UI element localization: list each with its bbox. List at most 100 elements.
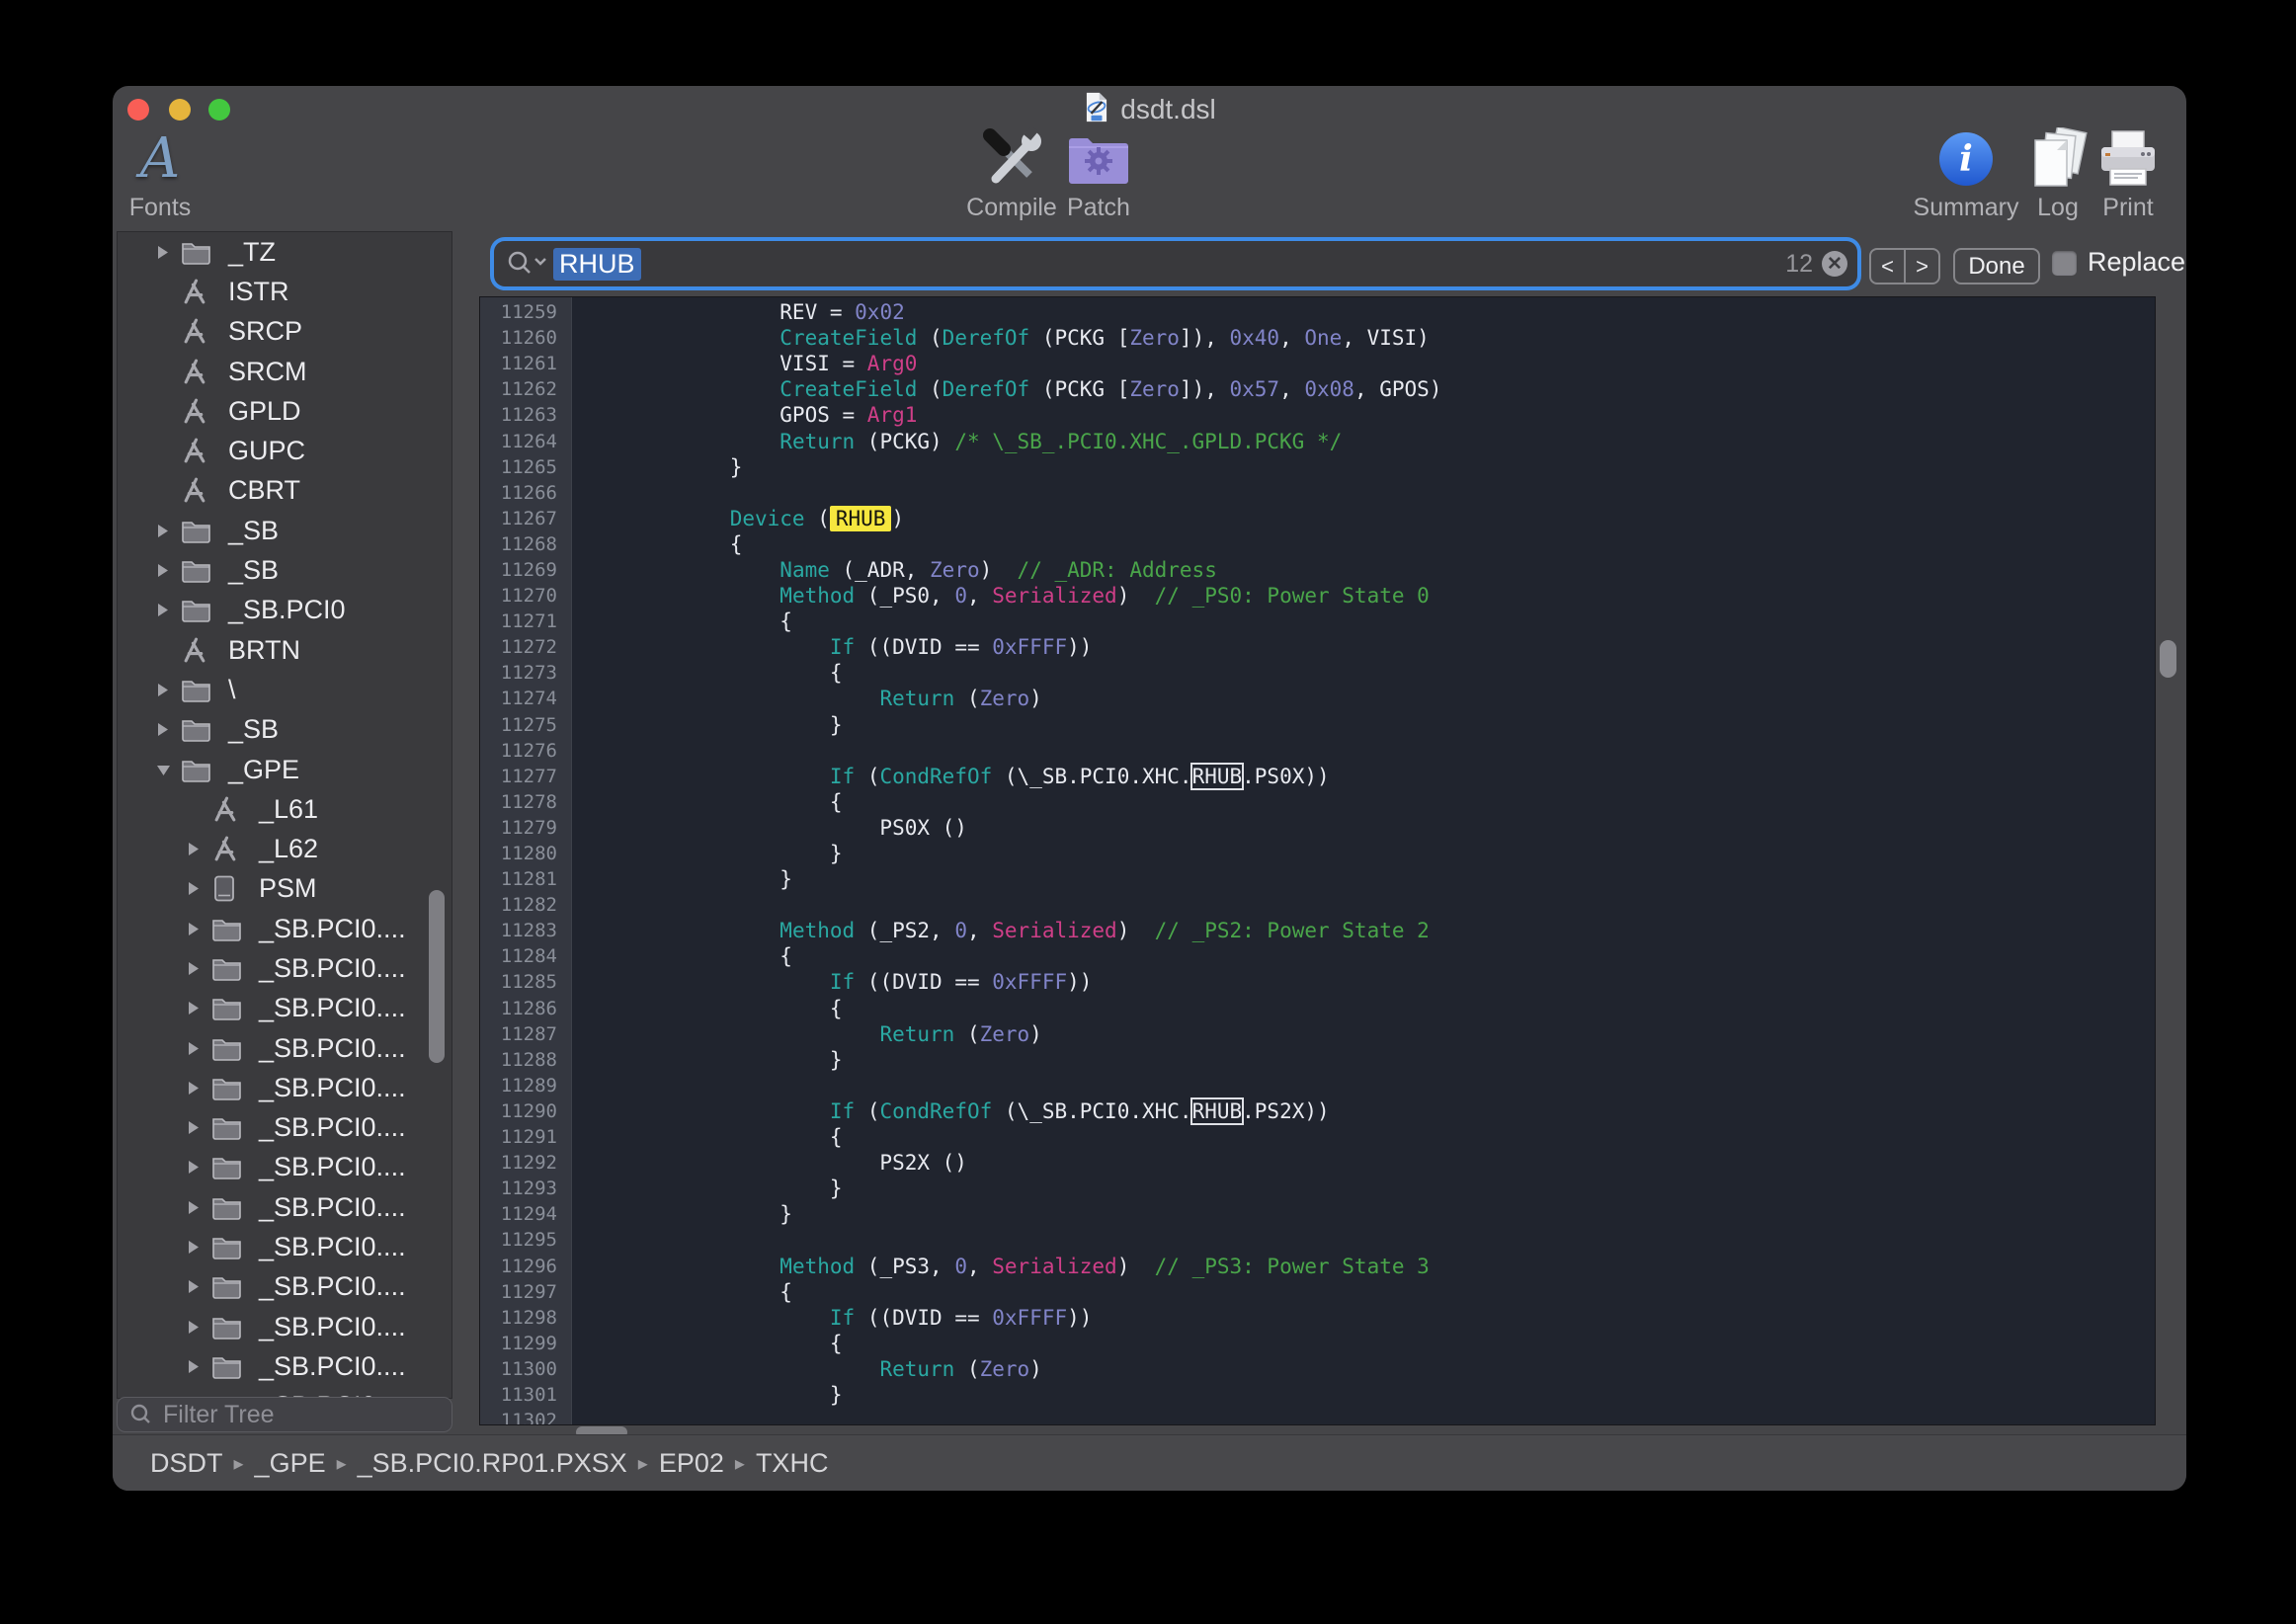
disclosure-triangle-icon[interactable] — [186, 1040, 211, 1057]
sidebar-scrollbar-thumb[interactable] — [429, 890, 445, 1063]
breadcrumb-item[interactable]: TXHC — [756, 1448, 829, 1479]
code-line: 11291 { — [480, 1124, 2155, 1150]
line-number: 11291 — [480, 1126, 571, 1148]
disclosure-triangle-icon[interactable] — [186, 1358, 211, 1375]
code-line: 11295 — [480, 1227, 2155, 1253]
breadcrumb-separator-icon: ▸ — [735, 1451, 745, 1476]
disclosure-triangle-icon[interactable] — [186, 841, 211, 857]
code-line: 11299 { — [480, 1331, 2155, 1356]
line-number: 11265 — [480, 456, 571, 478]
tree-item-label: _L62 — [259, 834, 318, 864]
code-editor[interactable]: 11259 REV = 0x0211260 CreateField (Deref… — [479, 296, 2156, 1425]
tree-item[interactable]: _TZ — [118, 232, 451, 272]
breadcrumb-item[interactable]: _SB.PCI0.RP01.PXSX — [358, 1448, 627, 1479]
document-icon — [1083, 91, 1110, 128]
tree-item[interactable]: _SB — [118, 710, 451, 750]
zoom-button[interactable] — [208, 99, 230, 121]
disclosure-triangle-icon[interactable] — [155, 721, 181, 738]
find-next-button[interactable]: > — [1906, 250, 1938, 283]
disclosure-triangle-icon[interactable] — [186, 1159, 211, 1176]
tree-item-label: BRTN — [228, 635, 300, 666]
disclosure-triangle-icon[interactable] — [186, 921, 211, 937]
tree-item[interactable]: SRCM — [118, 352, 451, 391]
tree-item[interactable]: _SB.PCI0.... — [118, 1108, 451, 1148]
folder-icon — [211, 1234, 247, 1260]
tree-item[interactable]: SRCP — [118, 312, 451, 352]
disclosure-triangle-icon[interactable] — [186, 1080, 211, 1096]
tree-item[interactable]: _GPE — [118, 750, 451, 789]
code-line: 11266 — [480, 480, 2155, 506]
code-text: } — [571, 1048, 843, 1072]
disclosure-triangle-icon[interactable] — [186, 960, 211, 977]
tree-item[interactable]: \ — [118, 670, 451, 709]
disclosure-triangle-icon[interactable] — [186, 1239, 211, 1256]
search-input[interactable]: RHUB 12 ✕ — [494, 241, 1857, 286]
tree-item-label: _SB.PCI0.... — [259, 1033, 406, 1064]
print-button[interactable]: Print — [2079, 127, 2177, 222]
tree-item[interactable]: CBRT — [118, 471, 451, 511]
tree-item[interactable]: BRTN — [118, 630, 451, 670]
tree-item[interactable]: _SB.PCI0.... — [118, 948, 451, 988]
replace-label: Replace — [2088, 247, 2185, 278]
breadcrumb-item[interactable]: EP02 — [659, 1448, 724, 1479]
code-text: { — [571, 944, 792, 968]
tree-item[interactable]: _SB.PCI0.... — [118, 1068, 451, 1107]
disclosure-triangle-icon[interactable] — [155, 682, 181, 698]
filter-tree-input[interactable] — [161, 1400, 432, 1430]
fonts-button[interactable]: A Fonts — [113, 127, 207, 222]
breadcrumb-item[interactable]: _GPE — [255, 1448, 326, 1479]
code-text: Device (RHUB) — [571, 507, 904, 530]
clear-search-button[interactable]: ✕ — [1822, 251, 1847, 277]
disclosure-triangle-icon[interactable] — [155, 602, 181, 618]
breadcrumb-item[interactable]: DSDT — [150, 1448, 223, 1479]
tree-item[interactable]: PSM — [118, 869, 451, 909]
tree-item[interactable]: _SB.PCI0.... — [118, 909, 451, 948]
line-number: 11282 — [480, 894, 571, 916]
method-icon — [181, 397, 216, 426]
tree-item[interactable]: _L62 — [118, 829, 451, 868]
tree-item[interactable]: _SB — [118, 550, 451, 590]
line-number: 11276 — [480, 740, 571, 762]
code-text: { — [571, 609, 792, 633]
disclosure-triangle-icon[interactable] — [155, 562, 181, 579]
tree-item[interactable]: _SB.PCI0.... — [118, 989, 451, 1028]
disclosure-triangle-icon[interactable] — [186, 1278, 211, 1295]
done-button[interactable]: Done — [1953, 248, 2040, 284]
tree-item[interactable]: _SB.PCI0.... — [118, 1346, 451, 1386]
find-previous-button[interactable]: < — [1871, 250, 1906, 283]
disclosure-triangle-icon[interactable] — [186, 1119, 211, 1136]
tree-item[interactable]: _SB.PCI0 — [118, 591, 451, 630]
line-number: 11290 — [480, 1100, 571, 1122]
tree-item[interactable]: _SB.PCI0.... — [118, 1028, 451, 1068]
line-number: 11272 — [480, 636, 571, 658]
tree-item[interactable]: GPLD — [118, 391, 451, 431]
search-scope-icon[interactable] — [506, 249, 549, 279]
disclosure-triangle-icon[interactable] — [186, 1319, 211, 1336]
disclosure-triangle-icon[interactable] — [186, 1199, 211, 1216]
tree-item[interactable]: _SB — [118, 511, 451, 550]
line-number: 11264 — [480, 431, 571, 452]
close-button[interactable] — [127, 99, 149, 121]
tree-item-label: _SB.PCI0.... — [259, 1271, 406, 1302]
replace-checkbox[interactable] — [2052, 251, 2077, 276]
disclosure-triangle-icon[interactable] — [186, 880, 211, 897]
disclosure-triangle-icon[interactable] — [155, 763, 181, 777]
tree-item[interactable]: _SB.PCI0.... — [118, 1267, 451, 1307]
maciasl-window: dsdt.dsl A Fonts Compile — [113, 86, 2186, 1491]
tree-item[interactable]: _SB.PCI0.... — [118, 1307, 451, 1346]
tree-item[interactable]: _L61 — [118, 789, 451, 829]
tree-item[interactable]: _SB.PCI0.... — [118, 1187, 451, 1227]
code-line: 11281 } — [480, 866, 2155, 892]
line-number: 11277 — [480, 766, 571, 787]
disclosure-triangle-icon[interactable] — [155, 523, 181, 539]
patch-button[interactable]: Patch — [1039, 127, 1158, 222]
tree-item[interactable]: GUPC — [118, 431, 451, 470]
folder-icon — [211, 1154, 247, 1180]
tree-item[interactable]: _SB.PCI0.... — [118, 1148, 451, 1187]
tree-item[interactable]: _SB.PCI0.... — [118, 1227, 451, 1266]
disclosure-triangle-icon[interactable] — [186, 1000, 211, 1016]
tree-item[interactable]: ISTR — [118, 272, 451, 311]
minimize-button[interactable] — [169, 99, 191, 121]
editor-vertical-scrollbar-thumb[interactable] — [2160, 640, 2176, 678]
disclosure-triangle-icon[interactable] — [155, 244, 181, 261]
